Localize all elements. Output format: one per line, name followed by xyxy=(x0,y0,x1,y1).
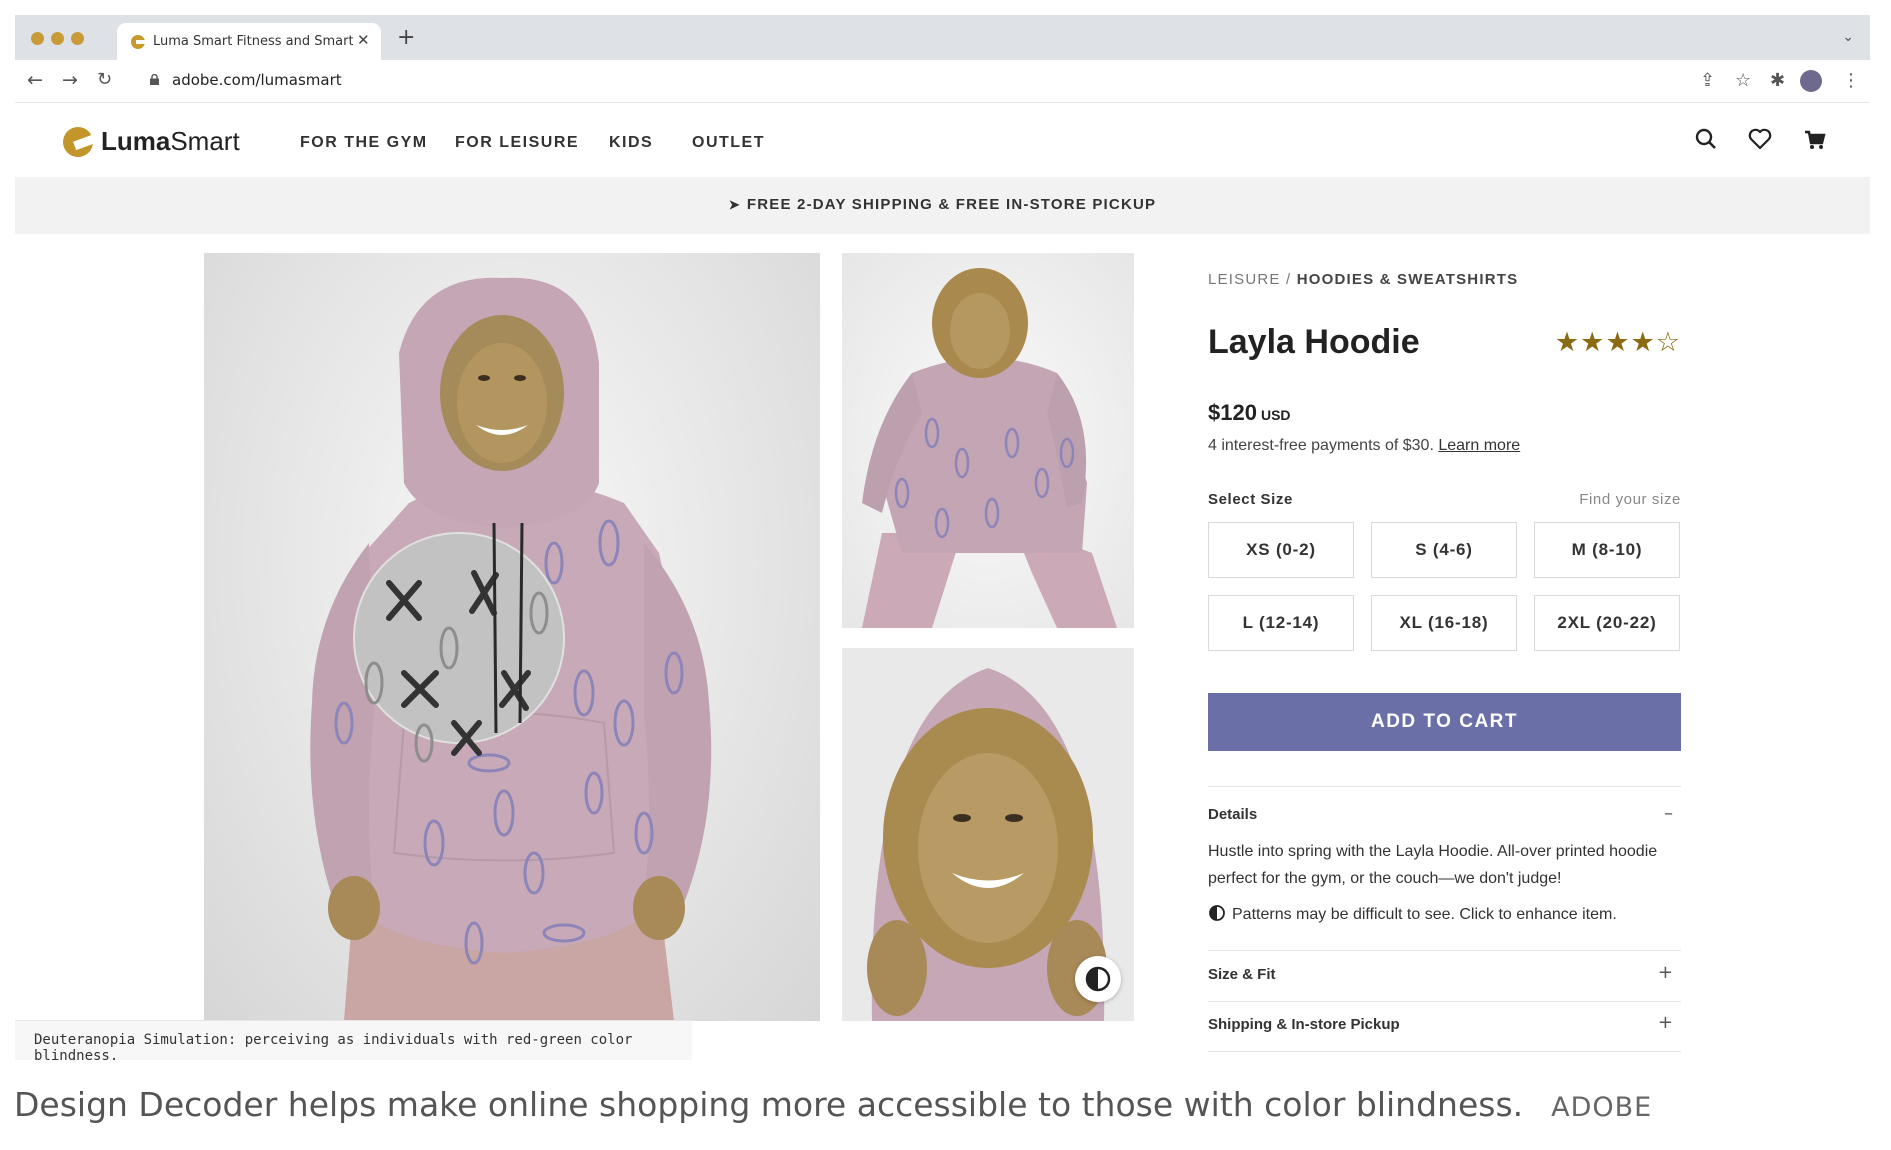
extensions-icon[interactable]: ✱ xyxy=(1770,70,1785,91)
size-fit-accordion-title[interactable]: Size & Fit xyxy=(1208,966,1276,983)
close-tab-icon[interactable]: ✕ xyxy=(357,31,370,49)
tab-bar: Luma Smart Fitness and Smart ✕ + ⌄ xyxy=(15,15,1870,60)
simulation-caption-text: Deuteranopia Simulation: perceiving as i… xyxy=(34,1032,633,1060)
nav-outlet[interactable]: OUTLET xyxy=(692,134,765,152)
browser-window: Luma Smart Fitness and Smart ✕ + ⌄ ← → ↻… xyxy=(15,15,1870,1060)
cart-icon[interactable] xyxy=(1801,125,1829,153)
logo-icon[interactable] xyxy=(63,127,93,157)
details-description: Hustle into spring with the Layla Hoodie… xyxy=(1208,843,1658,887)
bookmark-star-icon[interactable]: ☆ xyxy=(1735,70,1751,91)
new-tab-button[interactable]: + xyxy=(397,25,415,50)
back-arrow-icon[interactable]: ← xyxy=(27,69,43,91)
collapse-icon[interactable]: – xyxy=(1664,803,1673,824)
size-option-2xl[interactable]: 2XL (20-22) xyxy=(1534,595,1680,651)
paper-plane-icon: ➤ xyxy=(728,197,741,212)
select-size-label: Select Size xyxy=(1208,491,1293,508)
lock-icon xyxy=(150,74,159,85)
breadcrumb-hoodies[interactable]: HOODIES & SWEATSHIRTS xyxy=(1297,271,1519,288)
tab-title: Luma Smart Fitness and Smart xyxy=(153,34,353,49)
profile-avatar[interactable] xyxy=(1800,70,1822,92)
site-header: LumaSmart FOR THE GYM FOR LEISURE KIDS O… xyxy=(15,103,1870,177)
contrast-icon xyxy=(1085,966,1111,992)
expand-icon[interactable]: + xyxy=(1658,962,1673,983)
share-icon[interactable]: ⇪ xyxy=(1700,70,1715,91)
product-page: Deuteranopia Simulation: perceiving as i… xyxy=(15,234,1870,1060)
divider xyxy=(1208,1051,1681,1052)
simulation-caption: Deuteranopia Simulation: perceiving as i… xyxy=(15,1020,692,1060)
photo-credit: ADOBE xyxy=(1551,1092,1653,1123)
shipping-accordion-title[interactable]: Shipping & In-store Pickup xyxy=(1208,1016,1400,1033)
contrast-icon xyxy=(1209,905,1225,921)
find-your-size-link[interactable]: Find your size xyxy=(1579,491,1681,508)
nav-for-leisure[interactable]: FOR LEISURE xyxy=(455,134,579,152)
star-empty-icon: ☆ xyxy=(1655,327,1681,358)
size-selector: XS (0-2) S (4-6) M (8-10) L (12-14) XL (… xyxy=(1208,522,1681,651)
expand-icon[interactable]: + xyxy=(1658,1012,1673,1033)
search-icon[interactable] xyxy=(1692,125,1720,153)
breadcrumb: LEISURE / HOODIES & SWEATSHIRTS xyxy=(1208,271,1518,288)
heart-icon[interactable] xyxy=(1746,125,1774,153)
star-rating[interactable]: ★★★★☆ xyxy=(1555,327,1681,358)
window-close-dot[interactable] xyxy=(31,32,44,45)
size-option-l[interactable]: L (12-14) xyxy=(1208,595,1354,651)
address-bar[interactable]: adobe.com/lumasmart xyxy=(172,71,342,89)
size-option-xl[interactable]: XL (16-18) xyxy=(1371,595,1517,651)
star-filled-icon: ★ xyxy=(1605,327,1631,358)
breadcrumb-leisure[interactable]: LEISURE xyxy=(1208,271,1281,288)
product-title: Layla Hoodie xyxy=(1208,323,1420,361)
product-thumbnail-full-body[interactable] xyxy=(842,253,1134,628)
size-option-xs[interactable]: XS (0-2) xyxy=(1208,522,1354,578)
star-filled-icon: ★ xyxy=(1580,327,1606,358)
favicon-icon xyxy=(131,35,145,49)
product-main-image[interactable] xyxy=(204,253,820,1021)
enhance-pattern-button[interactable] xyxy=(1075,956,1121,1002)
divider xyxy=(1208,786,1681,787)
nav-kids[interactable]: KIDS xyxy=(609,134,653,152)
size-option-m[interactable]: M (8-10) xyxy=(1534,522,1680,578)
price-currency: USD xyxy=(1260,407,1291,423)
breadcrumb-separator: / xyxy=(1280,271,1297,288)
window-zoom-dot[interactable] xyxy=(71,32,84,45)
site-logo[interactable]: LumaSmart xyxy=(101,126,240,157)
divider xyxy=(1208,1001,1681,1002)
browser-toolbar: ← → ↻ adobe.com/lumasmart ⇪ ☆ ✱ ⋮ xyxy=(15,60,1870,103)
star-filled-icon: ★ xyxy=(1554,327,1581,358)
reload-icon[interactable]: ↻ xyxy=(97,69,112,90)
divider xyxy=(1208,950,1681,951)
product-price: $120 USD xyxy=(1208,400,1291,425)
pattern-enhance-notice[interactable]: Patterns may be difficult to see. Click … xyxy=(1208,904,1617,924)
learn-more-link[interactable]: Learn more xyxy=(1438,437,1520,454)
article-caption-text: Design Decoder helps make online shoppin… xyxy=(14,1085,1524,1124)
installment-info: 4 interest-free payments of $30. Learn m… xyxy=(1208,437,1521,454)
chevron-down-icon[interactable]: ⌄ xyxy=(1842,29,1854,45)
nav-for-the-gym[interactable]: FOR THE GYM xyxy=(300,134,428,152)
product-info-panel: LEISURE / HOODIES & SWEATSHIRTS Layla Ho… xyxy=(1208,234,1681,1060)
window-minimize-dot[interactable] xyxy=(51,32,64,45)
details-accordion-title[interactable]: Details xyxy=(1208,806,1257,823)
browser-menu-icon[interactable]: ⋮ xyxy=(1842,70,1860,91)
browser-tab[interactable]: Luma Smart Fitness and Smart ✕ xyxy=(117,23,381,60)
add-to-cart-button[interactable]: ADD TO CART xyxy=(1208,693,1681,751)
size-option-s[interactable]: S (4-6) xyxy=(1371,522,1517,578)
forward-arrow-icon[interactable]: → xyxy=(62,69,78,91)
promo-text: ➤ FREE 2-DAY SHIPPING & FREE IN-STORE PIC… xyxy=(728,196,1157,213)
promo-banner: ➤ FREE 2-DAY SHIPPING & FREE IN-STORE PIC… xyxy=(15,177,1870,234)
article-caption: Design Decoder helps make online shoppin… xyxy=(14,1085,1652,1124)
star-filled-icon: ★ xyxy=(1630,327,1656,358)
